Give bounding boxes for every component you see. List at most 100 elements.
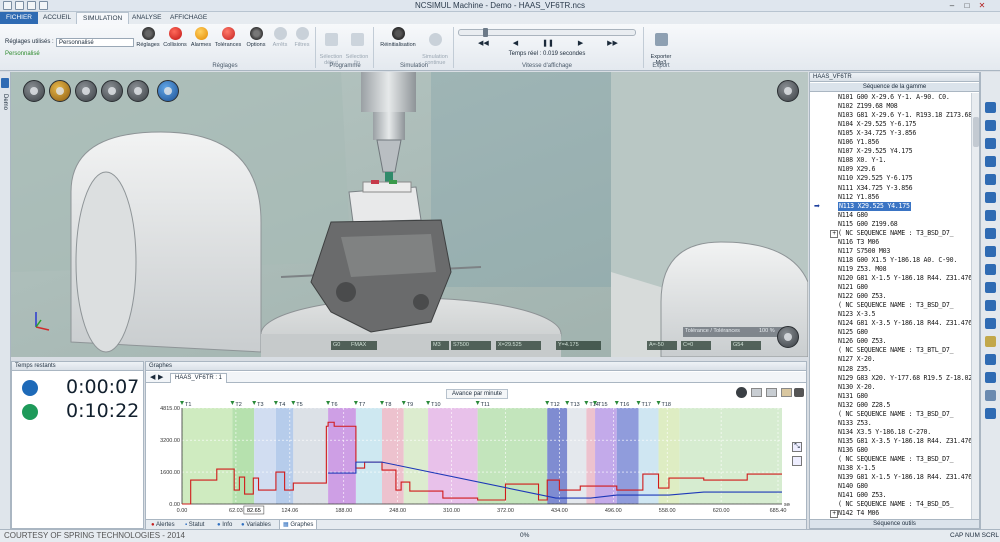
nc-line[interactable]: N140 G80	[838, 482, 868, 491]
speed-slider[interactable]	[458, 28, 636, 37]
nc-line[interactable]: N110 X29.525 Y-6.175	[838, 174, 913, 183]
tab-fichier[interactable]: FICHIER	[0, 12, 38, 24]
simulation-continue-button[interactable]: Simulation continue	[420, 27, 450, 66]
nc-line[interactable]: N122 G00 Z53.	[838, 292, 887, 301]
tab-analyse[interactable]: ANALYSE	[126, 12, 168, 24]
tab-prev-icon[interactable]: ◀	[150, 373, 155, 381]
nc-line[interactable]: N113 X29.525 Y4.175	[838, 201, 911, 211]
nc-scrollbar[interactable]	[971, 93, 979, 519]
toolbar-icon[interactable]	[985, 228, 996, 239]
nc-line[interactable]: N104 X-29.525 Y-6.175	[838, 120, 916, 129]
sequence-outils-header[interactable]: Séquence outils	[810, 519, 979, 528]
maximize-icon[interactable]: □	[961, 1, 973, 10]
folder-icon[interactable]	[49, 80, 71, 102]
rotate-view-icon[interactable]	[157, 80, 179, 102]
nc-line[interactable]: N114 G80	[838, 211, 868, 220]
reglages-select[interactable]: Personnalisé	[56, 38, 134, 47]
toolbar-icon[interactable]	[985, 102, 996, 113]
view-control-icon[interactable]	[23, 80, 45, 102]
nc-line[interactable]: N136 G80	[838, 446, 868, 455]
nc-line[interactable]: N116 T3 M06	[838, 238, 879, 247]
toolbar-icon[interactable]	[985, 138, 996, 149]
tab-simulation[interactable]: SIMULATION	[76, 12, 130, 24]
nc-line[interactable]: N119 Z53. M08	[838, 265, 887, 274]
toolbar-icon[interactable]	[985, 282, 996, 293]
nc-line[interactable]: N124 G81 X-3.5 Y-186.18 R44. Z31.476	[838, 319, 971, 328]
nc-line[interactable]: N141 G00 Z53.	[838, 491, 887, 500]
nc-line[interactable]: ( NC SEQUENCE NAME : T3_BSD_D7_	[829, 229, 954, 238]
nc-line[interactable]: N107 X-29.525 Y4.175	[838, 147, 913, 156]
reinitialisation-button[interactable]: Réinitialisation	[376, 27, 420, 48]
export-mp3-button[interactable]: Exporter Mp3	[646, 27, 676, 66]
tab-accueil[interactable]: ACCUEIL	[37, 12, 77, 24]
nc-line[interactable]: N142 T4 M06	[830, 509, 879, 519]
toolbar-icon[interactable]	[985, 300, 996, 311]
nc-line[interactable]: N128 Z35.	[838, 365, 872, 374]
toolbar-icon[interactable]	[985, 174, 996, 185]
camera-icon[interactable]	[75, 80, 97, 102]
nc-line[interactable]: N102 Z199.68 M08	[838, 102, 898, 111]
nc-line[interactable]: N121 G80	[838, 283, 868, 292]
machine-icon[interactable]	[777, 326, 799, 348]
nc-line[interactable]: ( NC SEQUENCE NAME : T3_BTL_D7_	[838, 346, 954, 355]
toolbar-icon[interactable]	[985, 246, 996, 257]
graph-copy-icon[interactable]	[751, 388, 762, 397]
nc-line[interactable]: N139 G81 X-1.5 Y-186.18 R44. Z31.476	[838, 473, 971, 482]
graph-print-icon[interactable]	[781, 388, 792, 397]
reglages-button[interactable]: Réglages	[136, 27, 160, 48]
close-icon[interactable]: ✕	[976, 1, 988, 10]
nc-line[interactable]: N138 X-1.5	[838, 464, 875, 473]
toolbar-icon[interactable]	[985, 372, 996, 383]
nc-line[interactable]: ( NC SEQUENCE NAME : T3_BSD_D7_	[838, 410, 954, 419]
step-forward-icon[interactable]: ▶	[578, 39, 583, 49]
tolerances-button[interactable]: Tolérances	[213, 27, 243, 48]
collisions-button[interactable]: Collisions	[161, 27, 189, 48]
toolbar-icon[interactable]	[985, 336, 996, 347]
view-settings-icon[interactable]	[777, 80, 799, 102]
toolbar-icon[interactable]	[985, 318, 996, 329]
selection-fin-button[interactable]: Sélection fin	[344, 27, 370, 66]
nc-line[interactable]: N129 G83 X20. Y-177.68 R19.5 Z-18.02	[838, 374, 971, 383]
filtres-button[interactable]: Filtres	[291, 27, 313, 48]
toolbar-icon[interactable]	[985, 408, 996, 419]
graph-camera-icon[interactable]	[794, 388, 804, 397]
skip-back-icon[interactable]: ◀◀	[478, 39, 489, 49]
nc-line[interactable]: N108 X0. Y-1.	[838, 156, 887, 165]
minimize-icon[interactable]: –	[946, 1, 958, 10]
toolbar-icon[interactable]	[985, 354, 996, 365]
nc-line[interactable]: N118 G00 X1.5 Y-186.18 A0. C-90.	[838, 256, 957, 265]
nc-line[interactable]: N135 G81 X-3.5 Y-186.18 R44. Z31.476	[838, 437, 971, 446]
pause-icon[interactable]: ❚❚	[542, 39, 554, 49]
toolbar-icon[interactable]	[985, 192, 996, 203]
nc-line[interactable]: N101 G00 X-29.6 Y-1. A-90. C0.	[838, 93, 950, 102]
nc-line[interactable]: N132 G00 Z28.5	[838, 401, 890, 410]
tab-next-icon[interactable]: ▶	[158, 373, 163, 381]
graph-fit-icon[interactable]	[792, 456, 802, 466]
step-back-icon[interactable]: ◀	[513, 39, 518, 49]
toolbar-icon[interactable]	[985, 210, 996, 221]
nc-line[interactable]: N123 X-3.5	[838, 310, 875, 319]
nc-line[interactable]: N111 X34.725 Y-3.856	[838, 184, 913, 193]
nc-line[interactable]: N126 G00 Z53.	[838, 337, 887, 346]
tab-affichage[interactable]: AFFICHAGE	[164, 12, 213, 24]
graph-export-icon[interactable]	[766, 388, 777, 397]
nc-line[interactable]: N106 Y1.856	[838, 138, 879, 147]
nc-scrollbar-thumb[interactable]	[973, 117, 979, 147]
arrets-button[interactable]: Arrêts	[269, 27, 291, 48]
nc-line[interactable]: N117 S7500 M03	[838, 247, 890, 256]
graph-zoom-icon[interactable]: ⤡	[792, 442, 802, 452]
nc-line[interactable]: N105 X-34.725 Y-3.856	[838, 129, 916, 138]
nc-code-list[interactable]: N101 G00 X-29.6 Y-1. A-90. C0. N102 Z199.…	[810, 93, 971, 519]
nc-line[interactable]: N134 X3.5 Y-186.18 C-270.	[838, 428, 931, 437]
toolbar-icon[interactable]	[985, 156, 996, 167]
nc-line[interactable]: N103 G81 X-29.6 Y-1. R193.18 Z173.68	[838, 111, 971, 120]
feed-chart[interactable]: 0.001600.003200.004815.000.00 62.03 124.06…	[150, 398, 790, 518]
graph-settings-icon[interactable]	[736, 387, 747, 398]
nc-line[interactable]: N127 X-20.	[838, 355, 875, 364]
skip-forward-icon[interactable]: ▶▶	[607, 39, 618, 49]
speed-slider-thumb[interactable]	[483, 28, 488, 37]
nc-line[interactable]: N120 G81 X-1.5 Y-186.18 R44. Z31.476	[838, 274, 971, 283]
nc-line[interactable]: ( NC SEQUENCE NAME : T3_BSD_D7_	[838, 301, 954, 310]
options-button[interactable]: Options	[243, 27, 269, 48]
nc-line[interactable]: N133 Z53.	[838, 419, 872, 428]
